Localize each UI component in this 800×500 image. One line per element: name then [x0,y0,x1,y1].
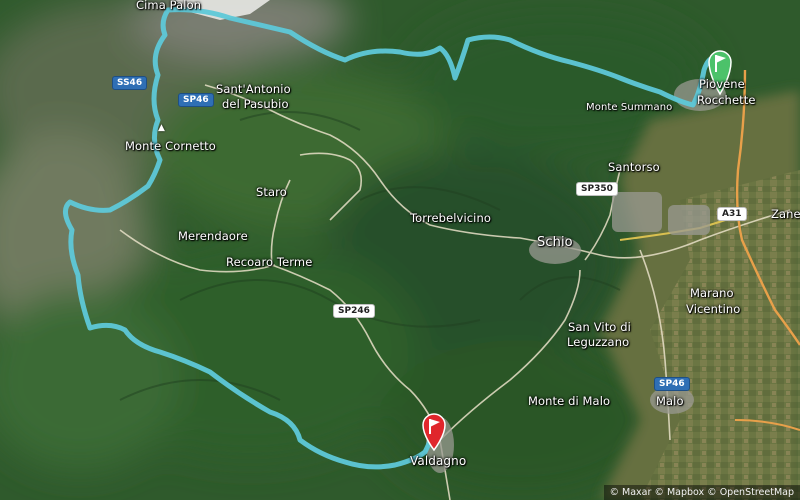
label-santorso: Santorso [608,160,660,174]
peak-icon: ▲ [158,123,165,133]
label-staro: Staro [256,185,287,199]
label-del-pasubio: del Pasubio [222,97,289,111]
end-flag-icon[interactable] [421,412,447,452]
label-malo: Malo [656,394,684,408]
road-badge-sp46: SP46 [178,93,214,107]
label-vicentino: Vicentino [686,302,741,316]
road-badge-a31: A31 [717,207,747,221]
label-marano: Marano [690,286,734,300]
map-attribution[interactable]: © Maxar © Mapbox © OpenStreetMap [603,485,800,500]
label-leguzzano: Leguzzano [567,335,630,349]
label-recoaro-terme: Recoaro Terme [226,255,313,269]
label-monte-summano: Monte Summano [586,102,673,113]
map-view[interactable]: ▲ SS46 SP46 SP350 A31 SP246 SP46 Cima Pa… [0,0,800,500]
label-merendaore: Merendaore [178,229,248,243]
road-badge-sp246: SP246 [333,304,375,318]
satellite-terrain [0,0,800,500]
road-badge-sp350: SP350 [576,182,618,196]
label-torrebelvicino: Torrebelvicino [410,211,491,225]
label-monte-cornetto: Monte Cornetto [125,139,216,153]
label-piovene: Piovene [699,77,745,91]
label-valdagno: Valdagno [410,454,467,468]
label-rocchette: Rocchette [697,93,756,107]
label-zane: Zane [771,207,800,221]
label-san-vito: San Vito di [568,320,631,334]
label-cima-palon: Cima Palon [136,0,202,12]
road-badge-sp46-south: SP46 [654,377,690,391]
label-monte-di-malo: Monte di Malo [528,394,611,408]
road-badge-ss46: SS46 [112,76,148,90]
label-sant-antonio: Sant'Antonio [216,82,291,96]
label-schio: Schio [537,235,573,250]
